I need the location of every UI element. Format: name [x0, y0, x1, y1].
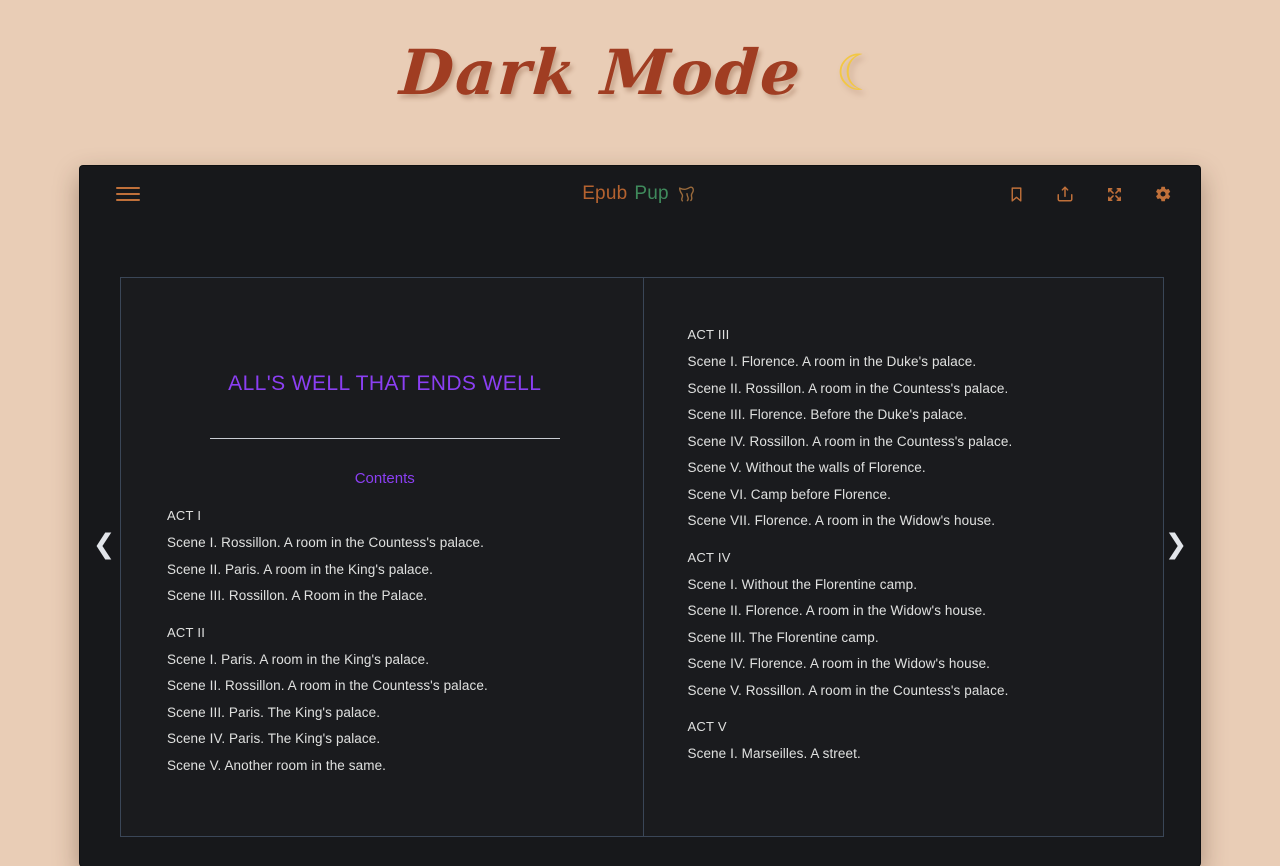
toolbar-actions	[1005, 183, 1174, 205]
toc-scene-link[interactable]: Scene II. Rossillon. A room in the Count…	[167, 679, 603, 693]
dog-outline-icon	[676, 184, 698, 206]
toc-scene-link[interactable]: Scene IV. Florence. A room in the Widow'…	[688, 657, 1124, 671]
toc-scene-link[interactable]: Scene V. Rossillon. A room in the Counte…	[688, 683, 1124, 698]
upload-file-icon[interactable]	[1054, 183, 1076, 205]
toc-scene-link[interactable]: Scene I. Marseilles. A street.	[688, 747, 1124, 761]
toc-scene-link[interactable]: Scene III. Rossillon. A Room in the Pala…	[167, 589, 603, 603]
toc-scene-link[interactable]: Scene I. Without the Florentine camp.	[688, 577, 1124, 592]
toc-scene-link[interactable]: Scene V. Another room in the same.	[167, 758, 603, 773]
book-content-panel: ALL'S WELL THAT ENDS WELL Contents ACT I…	[120, 277, 1164, 837]
act-title: ACT II	[167, 624, 206, 640]
act-title: ACT I	[167, 508, 202, 523]
toc-scene-link[interactable]: Scene IV. Rossillon. A room in the Count…	[688, 434, 1124, 449]
bookmark-icon[interactable]	[1005, 183, 1027, 205]
contents-heading: Contents	[354, 470, 415, 487]
toc-scene-link[interactable]: Scene V. Without the walls of Florence.	[688, 461, 1124, 475]
toc-scene-link[interactable]: Scene II. Paris. A room in the King's pa…	[167, 562, 603, 577]
toc-scene-link[interactable]: Scene II. Florence. A room in the Widow'…	[688, 604, 1124, 618]
crescent-moon-icon: ☾	[835, 45, 881, 101]
toc-scene-link[interactable]: Scene III. Florence. Before the Duke's p…	[688, 408, 1124, 422]
toc-scene-link[interactable]: Scene III. Paris. The King's palace.	[167, 705, 603, 720]
toc-scene-link[interactable]: Scene III. The Florentine camp.	[688, 630, 1124, 645]
title-divider	[209, 438, 560, 439]
hamburger-bar	[116, 199, 140, 201]
left-page-toc: ACT I Scene I. Rossillon. A room in the C…	[167, 508, 603, 772]
epubpup-app-window: Epub Pup ❮ ❯ ALL'S WELL THAT ENDS WELL C…	[80, 166, 1200, 866]
reader-body: ❮ ❯ ALL'S WELL THAT ENDS WELL Contents A…	[80, 222, 1200, 866]
act-block: ACT III Scene I. Florence. A room in the …	[688, 327, 1124, 528]
act-block: ACT IV Scene I. Without the Florentine ca…	[688, 550, 1124, 698]
toc-scene-link[interactable]: Scene I. Paris. A room in the King's pal…	[167, 652, 603, 667]
act-block: ACT V Scene I. Marseilles. A street.	[688, 719, 1124, 761]
chevron-left-icon[interactable]: ❮	[90, 524, 118, 564]
toc-scene-link[interactable]: Scene II. Rossillon. A room in the Count…	[688, 381, 1124, 396]
book-page-left: ALL'S WELL THAT ENDS WELL Contents ACT I…	[121, 278, 643, 836]
act-title: ACT V	[687, 719, 727, 734]
toc-scene-link[interactable]: Scene IV. Paris. The King's palace.	[167, 732, 603, 746]
gear-icon[interactable]	[1152, 183, 1174, 205]
act-block: ACT II Scene I. Paris. A room in the King…	[167, 625, 603, 773]
right-page-toc: ACT III Scene I. Florence. A room in the …	[688, 327, 1124, 761]
hamburger-bar	[116, 187, 140, 189]
act-title: ACT IV	[687, 549, 731, 565]
page-heading-text: Dark Mode	[397, 36, 805, 109]
page-heading: Dark Mode ☾	[0, 0, 1280, 160]
act-block: ACT I Scene I. Rossillon. A room in the C…	[167, 508, 603, 603]
toc-scene-link[interactable]: Scene VI. Camp before Florence.	[688, 487, 1124, 502]
act-title: ACT III	[687, 327, 730, 342]
book-page-right: ACT III Scene I. Florence. A room in the …	[642, 278, 1164, 836]
hamburger-bar	[116, 193, 140, 195]
toc-scene-link[interactable]: Scene VII. Florence. A room in the Widow…	[688, 514, 1124, 528]
fullscreen-icon[interactable]	[1103, 183, 1125, 205]
toc-scene-link[interactable]: Scene I. Rossillon. A room in the Counte…	[167, 536, 603, 550]
toc-scene-link[interactable]: Scene I. Florence. A room in the Duke's …	[688, 355, 1124, 369]
app-toolbar: Epub Pup	[80, 166, 1200, 222]
brand-name-epub: Epub	[582, 183, 628, 204]
chevron-right-icon[interactable]: ❯	[1162, 524, 1190, 564]
book-title: ALL'S WELL THAT ENDS WELL	[228, 372, 542, 395]
hamburger-menu-icon[interactable]	[116, 183, 140, 205]
brand-name-pup: Pup	[634, 183, 669, 204]
